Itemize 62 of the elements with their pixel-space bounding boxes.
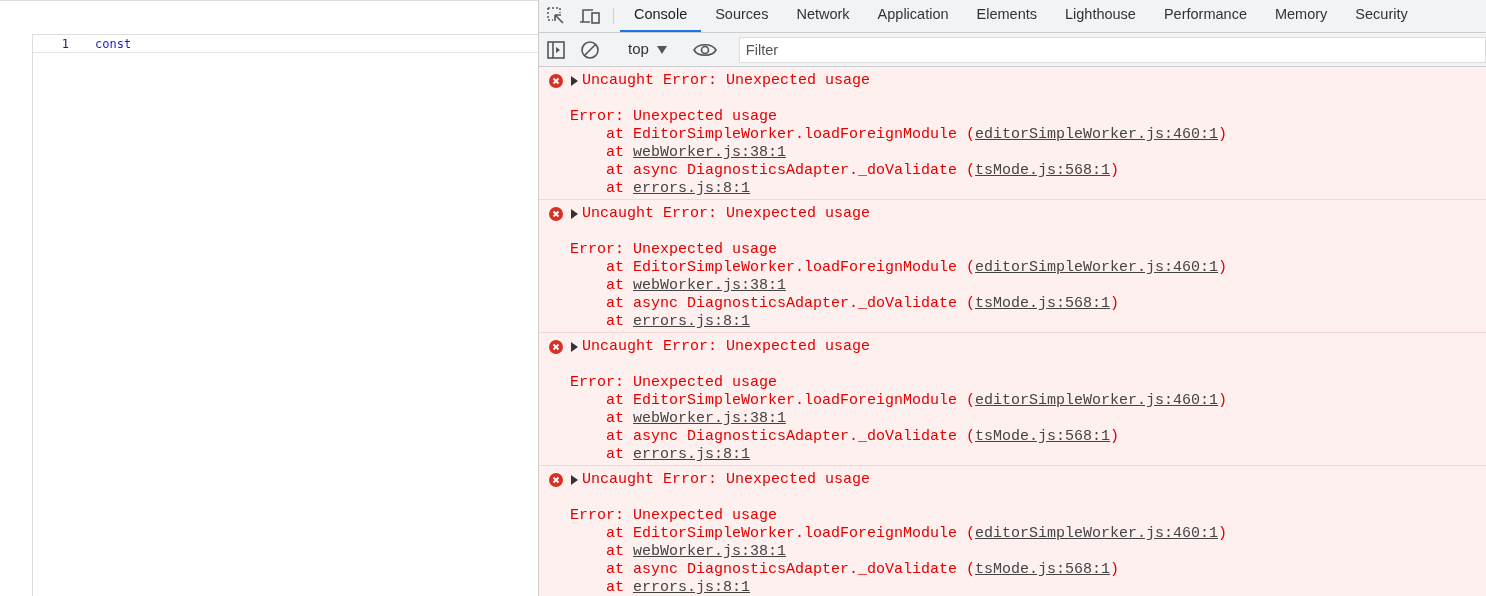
stack-line: at errors.js:8:1 bbox=[605, 180, 752, 198]
error-message: Error: Unexpected usage bbox=[570, 108, 779, 126]
stack-line: at EditorSimpleWorker.loadForeignModule (editorSimpleWorker.js:460:1) bbox=[605, 126, 1229, 144]
stack-line: at webWorker.js:38:1 bbox=[605, 144, 788, 162]
stack-line: at EditorSimpleWorker.loadForeignModule (editorSimpleWorker.js:460:1) bbox=[605, 525, 1229, 543]
devtools-tab[interactable]: Lighthouse bbox=[1051, 0, 1150, 32]
code-editor[interactable]: 1 const bbox=[32, 34, 538, 596]
source-link[interactable]: errors.js:8:1 bbox=[633, 579, 751, 596]
error-message: Error: Unexpected usage bbox=[570, 507, 779, 525]
error-message: Error: Unexpected usage bbox=[570, 241, 779, 259]
stack-line: at async DiagnosticsAdapter._doValidate (tsMode.js:568:1) bbox=[605, 561, 1121, 579]
error-title[interactable]: Uncaught Error: Unexpected usage bbox=[582, 205, 871, 223]
source-link[interactable]: webWorker.js:38:1 bbox=[633, 144, 787, 161]
stack-line: at errors.js:8:1 bbox=[605, 446, 752, 464]
source-link[interactable]: editorSimpleWorker.js:460:1 bbox=[975, 259, 1219, 276]
stack-line: at async DiagnosticsAdapter._doValidate (tsMode.js:568:1) bbox=[605, 428, 1121, 446]
devtools-tab[interactable]: Application bbox=[863, 0, 963, 32]
source-link[interactable]: tsMode.js:568:1 bbox=[975, 428, 1111, 445]
source-link[interactable]: tsMode.js:568:1 bbox=[975, 162, 1111, 179]
source-link[interactable]: editorSimpleWorker.js:460:1 bbox=[975, 126, 1219, 143]
devtools-tab[interactable]: Elements bbox=[962, 0, 1051, 32]
stack-line: at webWorker.js:38:1 bbox=[605, 410, 788, 428]
source-link[interactable]: webWorker.js:38:1 bbox=[633, 543, 787, 560]
source-link[interactable]: tsMode.js:568:1 bbox=[975, 295, 1111, 312]
caret-icon bbox=[656, 45, 667, 54]
devtools-tab[interactable]: Network bbox=[782, 0, 864, 32]
stack-line: at errors.js:8:1 bbox=[605, 313, 752, 331]
stack-line: at async DiagnosticsAdapter._doValidate (tsMode.js:568:1) bbox=[605, 162, 1121, 180]
error-title[interactable]: Uncaught Error: Unexpected usage bbox=[582, 338, 871, 356]
source-link[interactable]: webWorker.js:38:1 bbox=[633, 410, 787, 427]
error-icon bbox=[549, 340, 563, 354]
source-link[interactable]: webWorker.js:38:1 bbox=[633, 277, 787, 294]
error-title[interactable]: Uncaught Error: Unexpected usage bbox=[582, 471, 871, 489]
stack-line: at async DiagnosticsAdapter._doValidate (tsMode.js:568:1) bbox=[605, 295, 1121, 313]
source-link[interactable]: errors.js:8:1 bbox=[633, 313, 751, 330]
error-message: Error: Unexpected usage bbox=[570, 374, 779, 392]
filter-field[interactable]: Filter bbox=[738, 36, 1486, 63]
stack-line: at webWorker.js:38:1 bbox=[605, 543, 788, 561]
source-link[interactable]: errors.js:8:1 bbox=[633, 180, 751, 197]
context-dropdown[interactable]: top bbox=[620, 38, 675, 61]
stack-line: at webWorker.js:38:1 bbox=[605, 277, 788, 295]
source-link[interactable]: editorSimpleWorker.js:460:1 bbox=[975, 525, 1219, 542]
error-icon bbox=[549, 74, 563, 88]
source-link[interactable]: editorSimpleWorker.js:460:1 bbox=[975, 392, 1219, 409]
stack-line: at EditorSimpleWorker.loadForeignModule (editorSimpleWorker.js:460:1) bbox=[605, 259, 1229, 277]
expand-arrow-icon[interactable] bbox=[571, 475, 578, 485]
devtools-tab[interactable]: Security bbox=[1341, 0, 1422, 32]
expand-arrow-icon[interactable] bbox=[571, 76, 578, 86]
error-icon bbox=[549, 207, 563, 221]
expand-arrow-icon[interactable] bbox=[571, 209, 578, 219]
error-title[interactable]: Uncaught Error: Unexpected usage bbox=[582, 72, 871, 90]
line-number: 1 bbox=[60, 35, 70, 53]
stack-line: at errors.js:8:1 bbox=[605, 579, 752, 596]
error-icon bbox=[549, 473, 563, 487]
devtools-tab[interactable]: Memory bbox=[1260, 0, 1342, 32]
source-link[interactable]: tsMode.js:568:1 bbox=[975, 561, 1111, 578]
source-link[interactable]: errors.js:8:1 bbox=[633, 446, 751, 463]
expand-arrow-icon[interactable] bbox=[571, 342, 578, 352]
devtools-tab[interactable]: Sources bbox=[701, 0, 783, 32]
code-line: const bbox=[95, 35, 132, 53]
devtools-tab[interactable]: Performance bbox=[1149, 0, 1261, 32]
stack-line: at EditorSimpleWorker.loadForeignModule (editorSimpleWorker.js:460:1) bbox=[605, 392, 1229, 410]
